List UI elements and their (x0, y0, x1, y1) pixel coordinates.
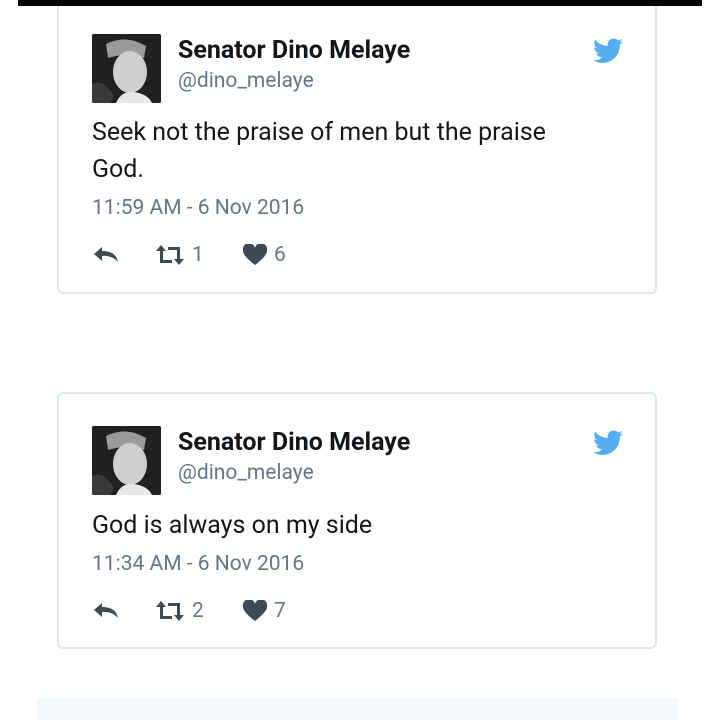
reply-icon (94, 247, 118, 262)
tweet-timestamp[interactable]: 11:34 AM - 6 Nov 2016 (92, 552, 304, 576)
twitter-bird-icon[interactable] (593, 38, 623, 64)
like-count: 7 (274, 599, 286, 623)
tweet-timestamp[interactable]: 11:59 AM - 6 Nov 2016 (92, 196, 304, 220)
retweet-icon (156, 601, 184, 621)
tweet-text: Seek not the praise of men but the prais… (92, 118, 546, 184)
avatar[interactable] (92, 34, 161, 103)
twitter-bird-icon[interactable] (593, 430, 623, 456)
author-name[interactable]: Senator Dino Melaye (178, 428, 410, 457)
retweet-button[interactable]: 2 (154, 596, 204, 626)
retweet-count: 1 (192, 243, 204, 267)
like-count: 6 (274, 243, 286, 267)
author-handle[interactable]: @dino_melaye (178, 69, 314, 93)
tweet-text: God is always on my side (92, 511, 373, 540)
retweet-button[interactable]: 1 (154, 240, 204, 270)
bottom-strip (37, 698, 678, 720)
heart-icon (242, 600, 268, 621)
tweet-card[interactable]: Senator Dino Melaye @dino_melaye God is … (57, 392, 657, 649)
tweet-actions: 2 7 (92, 596, 392, 626)
author-handle[interactable]: @dino_melaye (178, 461, 314, 485)
reply-button[interactable] (92, 240, 120, 270)
like-button[interactable]: 7 (242, 596, 286, 626)
tweet-card[interactable]: Senator Dino Melaye @dino_melaye Seek no… (57, 6, 657, 294)
reply-button[interactable] (92, 596, 120, 626)
like-button[interactable]: 6 (242, 240, 286, 270)
reply-icon (94, 603, 118, 618)
author-name[interactable]: Senator Dino Melaye (178, 36, 410, 65)
retweet-count: 2 (192, 599, 204, 623)
heart-icon (242, 244, 268, 265)
retweet-icon (156, 245, 184, 265)
avatar[interactable] (92, 426, 161, 495)
tweet-actions: 1 6 (92, 240, 392, 270)
